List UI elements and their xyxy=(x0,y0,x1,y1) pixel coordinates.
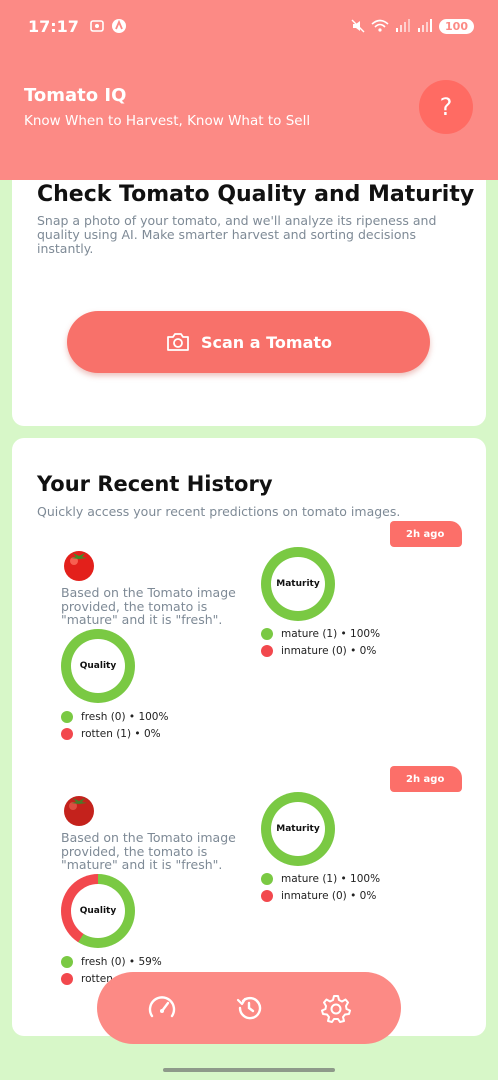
legend-dot xyxy=(61,728,73,741)
legend-text: mature (1) • 100% xyxy=(281,627,381,640)
signal-icon-2 xyxy=(418,19,433,32)
mute-icon xyxy=(351,19,365,33)
maturity-donut: Maturity xyxy=(261,547,335,621)
legend-dot xyxy=(61,973,73,986)
scan-button-label: Scan a Tomato xyxy=(200,332,333,352)
history-description: Quickly access your recent predictions o… xyxy=(37,504,401,519)
quality-donut: Quality xyxy=(61,874,135,948)
time-badge: 2h ago xyxy=(390,521,462,547)
history-entry[interactable]: 2h ago Based on the Tomato image provide… xyxy=(12,521,486,761)
maturity-donut-label: Maturity xyxy=(271,802,325,856)
camera-icon xyxy=(165,331,191,353)
legend-item: inmature (0) • 0% xyxy=(261,888,380,906)
legend-item: inmature (0) • 0% xyxy=(261,643,380,661)
prediction-summary: Based on the Tomato image provided, the … xyxy=(61,830,236,872)
legend-item: mature (1) • 100% xyxy=(261,870,380,888)
app-subtitle: Know When to Harvest, Know What to Sell xyxy=(24,113,311,129)
legend-text: mature (1) • 100% xyxy=(281,872,381,885)
legend-item: rotten (1) • 0% xyxy=(61,726,168,744)
maturity-donut-label: Maturity xyxy=(271,557,325,611)
nav-history-button[interactable] xyxy=(229,988,269,1028)
legend-text: rotten (1) • 0% xyxy=(81,728,161,741)
legend-item: fresh (0) • 59% xyxy=(61,953,162,971)
history-title: Your Recent History xyxy=(37,472,273,496)
legend-dot xyxy=(61,955,73,968)
legend-dot xyxy=(261,645,273,658)
app-header: 17:17 100 Tomato IQ Know When to Harvest… xyxy=(0,0,498,180)
tomato-thumbnail xyxy=(64,551,94,581)
legend-text: fresh (0) • 59% xyxy=(81,955,162,968)
home-indicator[interactable] xyxy=(163,1068,335,1072)
quality-donut: Quality xyxy=(61,629,135,703)
quality-donut-label: Quality xyxy=(71,884,125,938)
nav-dashboard-button[interactable] xyxy=(142,988,182,1028)
dashboard-icon xyxy=(149,996,176,1018)
wifi-icon xyxy=(371,19,389,32)
legend-dot xyxy=(61,710,73,723)
screenshot-icon xyxy=(90,20,104,32)
bottom-navigation xyxy=(97,972,401,1044)
scan-card: Check Tomato Quality and Maturity Snap a… xyxy=(12,150,486,426)
legend-dot xyxy=(261,627,273,640)
app-title: Tomato IQ xyxy=(24,85,127,106)
legend-text: fresh (0) • 100% xyxy=(81,710,169,723)
legend-item: mature (1) • 100% xyxy=(261,625,380,643)
battery-indicator: 100 xyxy=(439,18,474,34)
maturity-legend: mature (1) • 100% inmature (0) • 0% xyxy=(261,625,380,660)
maturity-legend: mature (1) • 100% inmature (0) • 0% xyxy=(261,870,380,905)
scan-card-description: Snap a photo of your tomato, and we'll a… xyxy=(37,213,437,256)
help-button[interactable]: ? xyxy=(419,80,473,134)
scan-tomato-button[interactable]: Scan a Tomato xyxy=(67,311,430,373)
legend-dot xyxy=(261,872,273,885)
status-time: 17:17 xyxy=(28,16,79,36)
legend-text: inmature (0) • 0% xyxy=(281,890,377,903)
legend-item: fresh (0) • 100% xyxy=(61,708,168,726)
history-icon xyxy=(236,996,262,1020)
legend-dot xyxy=(261,890,273,903)
time-badge: 2h ago xyxy=(390,766,462,792)
prediction-summary: Based on the Tomato image provided, the … xyxy=(61,585,236,627)
history-entry[interactable]: 2h ago Based on the Tomato image provide… xyxy=(12,766,486,1006)
legend-text: inmature (0) • 0% xyxy=(281,645,377,658)
history-card: Your Recent History Quickly access your … xyxy=(12,438,486,1036)
tomato-thumbnail xyxy=(64,796,94,826)
maturity-donut: Maturity xyxy=(261,792,335,866)
quality-legend: fresh (0) • 100% rotten (1) • 0% xyxy=(61,708,168,743)
nav-settings-button[interactable] xyxy=(316,988,356,1028)
app-notification-icon xyxy=(111,19,126,33)
quality-donut-label: Quality xyxy=(71,639,125,693)
signal-icon xyxy=(396,19,411,32)
scan-card-title: Check Tomato Quality and Maturity xyxy=(37,182,475,207)
settings-icon xyxy=(320,995,351,1023)
status-bar: 17:17 100 xyxy=(0,0,498,52)
